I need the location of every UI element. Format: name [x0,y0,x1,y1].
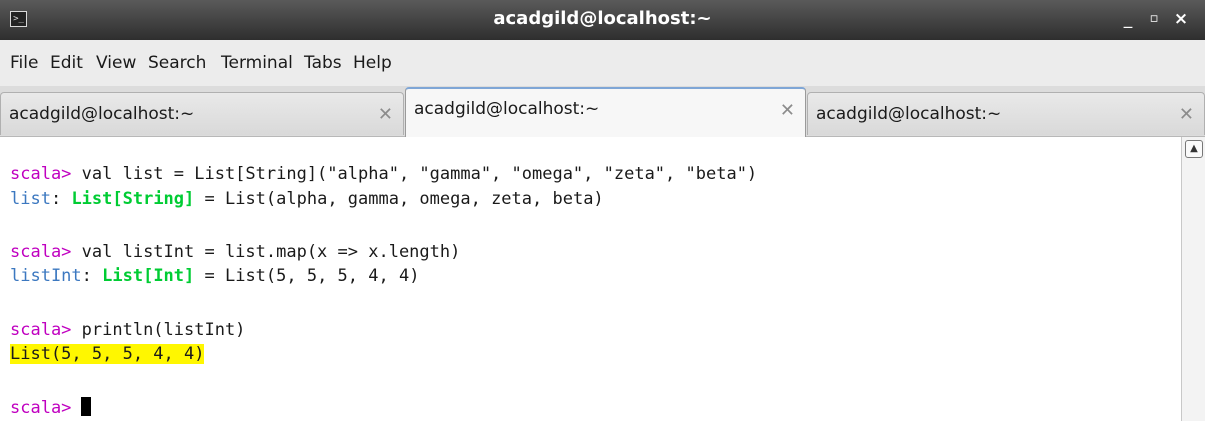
result-value: = List(alpha, gamma, omega, zeta, beta) [194,189,604,209]
terminal-line-1: scala> val list = List[String]("alpha", … [10,163,757,185]
menu-tabs[interactable]: Tabs [304,53,342,73]
terminal-line-7: scala> println(listInt) [10,319,245,341]
prompt: scala> [10,164,72,184]
prompt: scala> [10,320,72,340]
prompt: scala> [10,242,72,262]
result-name: list [10,189,51,209]
minimize-button[interactable]: _ [1117,6,1139,32]
maximize-button[interactable]: ▫ [1143,6,1165,32]
command-text: val list = List[String]("alpha", "gamma"… [71,164,758,184]
result-name: listInt [10,266,82,286]
tab-1[interactable]: acadgild@localhost:~ ✕ [0,92,404,135]
menu-view[interactable]: View [96,53,136,73]
tab-bar: acadgild@localhost:~ ✕ acadgild@localhos… [0,86,1205,137]
result-type: List[Int] [102,266,195,286]
tab-2-close-icon[interactable]: ✕ [780,100,795,121]
result-type: List[String] [71,189,195,209]
result-colon: : [50,189,72,209]
menu-search[interactable]: Search [148,53,206,73]
vertical-scrollbar[interactable]: ▲ [1181,137,1205,421]
window-title: acadgild@localhost:~ [493,8,712,29]
close-button[interactable]: × [1170,6,1192,32]
menu-file[interactable]: File [10,53,38,73]
tab-2[interactable]: acadgild@localhost:~ ✕ [405,87,806,137]
result-colon: : [81,266,103,286]
scroll-up-arrow-icon[interactable]: ▲ [1185,140,1203,158]
text-cursor [81,397,92,416]
window-titlebar[interactable]: >_ acadgild@localhost:~ _ ▫ × [0,0,1205,40]
menu-bar: File Edit View Search Terminal Tabs Help [0,40,1205,86]
terminal-line-4: scala> val listInt = list.map(x => x.len… [10,241,460,263]
menu-edit[interactable]: Edit [50,53,83,73]
terminal-line-8: List(5, 5, 5, 4, 4) [10,343,205,365]
tab-1-label: acadgild@localhost:~ [9,104,195,124]
command-text: val listInt = list.map(x => x.length) [71,242,461,262]
prompt: scala> [10,398,72,418]
tab-3-close-icon[interactable]: ✕ [1179,104,1194,125]
tab-2-label: acadgild@localhost:~ [414,99,600,119]
tab-3[interactable]: acadgild@localhost:~ ✕ [807,92,1205,135]
menu-help[interactable]: Help [353,53,392,73]
terminal-line-2: list: List[String] = List(alpha, gamma, … [10,188,604,210]
tab-3-label: acadgild@localhost:~ [816,104,1002,124]
result-value: = List(5, 5, 5, 4, 4) [194,266,420,286]
menu-terminal[interactable]: Terminal [221,53,293,73]
highlighted-output: List(5, 5, 5, 4, 4) [10,344,205,364]
tab-1-close-icon[interactable]: ✕ [378,104,393,125]
terminal-line-10: scala> [10,397,92,419]
command-text: println(listInt) [71,320,246,340]
terminal-line-5: listInt: List[Int] = List(5, 5, 5, 4, 4) [10,265,419,287]
terminal-output[interactable]: scala> val list = List[String]("alpha", … [0,137,1180,421]
